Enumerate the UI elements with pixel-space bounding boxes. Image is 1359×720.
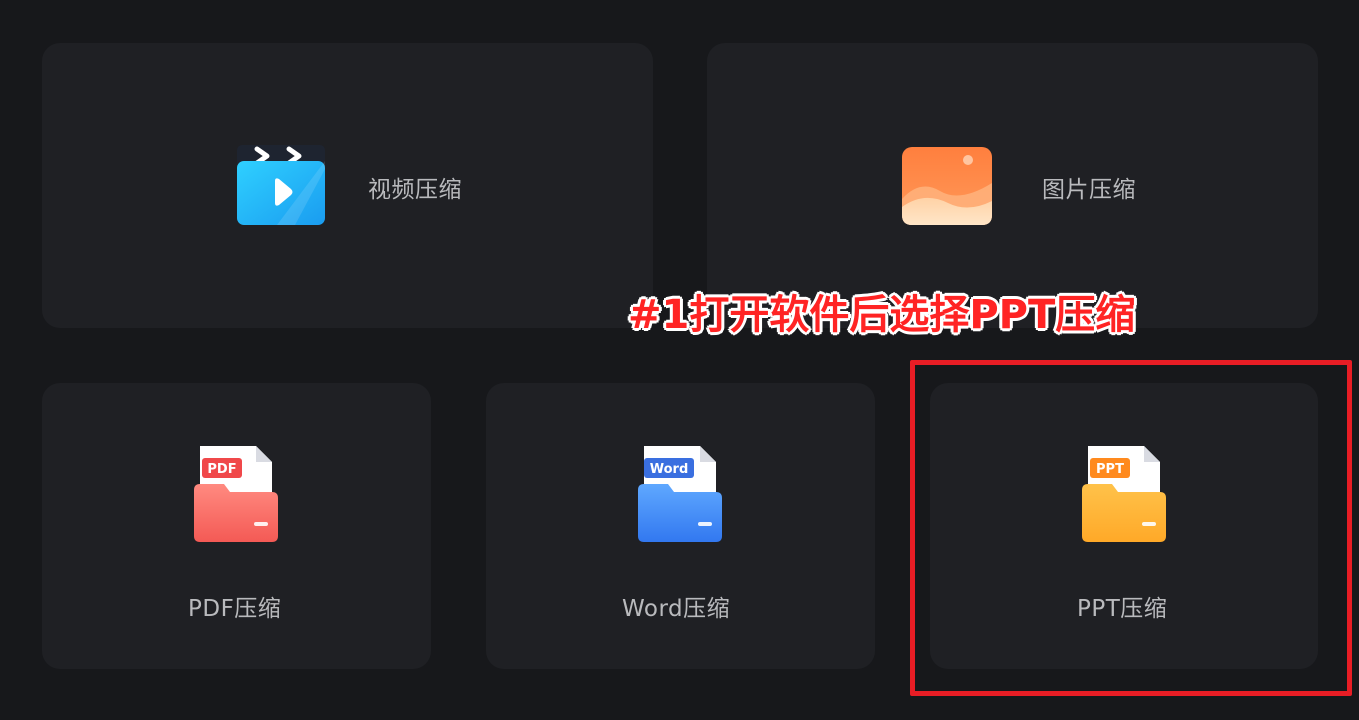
pdf-compress-label: PDF压缩 — [188, 596, 282, 622]
pdf-badge-text: PDF — [207, 462, 236, 477]
video-compress-label: 视频压缩 — [368, 177, 462, 203]
word-compress-card[interactable]: Word Word压缩 — [486, 383, 875, 669]
pdf-compress-card[interactable]: PDF PDF压缩 — [42, 383, 431, 669]
image-compress-label: 图片压缩 — [1042, 177, 1136, 203]
word-compress-label: Word压缩 — [622, 596, 731, 622]
ppt-folder-icon: PPT — [1082, 446, 1166, 542]
pdf-folder-icon: PDF — [194, 446, 278, 542]
image-landscape-icon — [902, 147, 992, 225]
video-clapper-icon — [237, 145, 325, 225]
video-compress-card[interactable]: 视频压缩 — [42, 43, 653, 328]
ppt-compress-label: PPT压缩 — [1077, 596, 1168, 622]
ppt-compress-card[interactable]: PPT PPT压缩 — [930, 383, 1318, 669]
ppt-badge-text: PPT — [1096, 462, 1124, 477]
word-badge-text: Word — [650, 462, 689, 477]
annotation-text: #1打开软件后选择PPT压缩 — [628, 292, 1136, 338]
word-folder-icon: Word — [638, 446, 722, 542]
app-page: 视频压缩 图片压缩 PDF PDF压缩 Word Word压缩 PPT PPT压… — [0, 0, 1359, 720]
